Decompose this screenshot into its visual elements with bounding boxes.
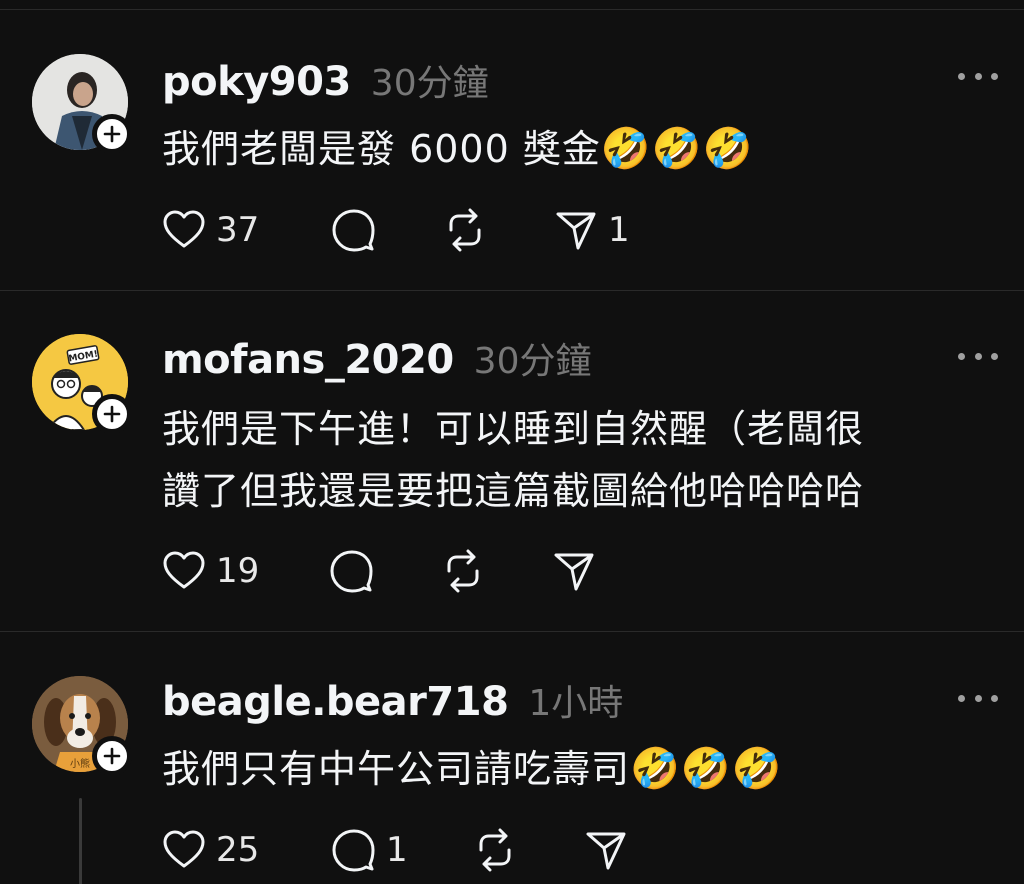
like-count: 25 bbox=[216, 830, 260, 870]
follow-plus-icon[interactable] bbox=[92, 394, 132, 434]
send-icon bbox=[554, 553, 594, 591]
share-button[interactable]: 1 bbox=[554, 208, 630, 252]
more-options-icon[interactable] bbox=[958, 66, 998, 86]
repost-button[interactable] bbox=[472, 828, 518, 872]
heart-icon bbox=[163, 551, 205, 589]
avatar[interactable] bbox=[32, 54, 132, 154]
heart-icon bbox=[163, 830, 205, 868]
repost-icon bbox=[447, 549, 479, 593]
heart-icon bbox=[163, 210, 205, 248]
avatar[interactable]: MOM! bbox=[32, 334, 132, 434]
comment-icon bbox=[332, 209, 375, 252]
timestamp: 30分鐘 bbox=[370, 63, 489, 104]
post-header: beagle.bear718 1小時 bbox=[162, 674, 624, 725]
repost-button[interactable] bbox=[440, 549, 486, 593]
reply-button[interactable] bbox=[328, 549, 384, 593]
follow-plus-icon[interactable] bbox=[92, 736, 132, 776]
reply-count: 1 bbox=[386, 830, 408, 870]
follow-plus-icon[interactable] bbox=[92, 114, 132, 154]
more-options-icon[interactable] bbox=[958, 688, 998, 708]
timestamp: 1小時 bbox=[528, 683, 624, 724]
share-button[interactable] bbox=[584, 828, 638, 872]
comment-icon bbox=[330, 550, 373, 593]
post-text-line: 讚了但我還是要把這篇截圖給他哈哈哈哈 bbox=[162, 469, 865, 513]
thread-connector-line bbox=[79, 798, 82, 884]
avatar-bandana-label: 小熊 bbox=[70, 757, 90, 770]
post-text-line: 我們是下午進！可以睡到自然醒（老闆很 bbox=[162, 407, 865, 451]
send-icon bbox=[556, 212, 596, 250]
post-text: 我們老闆是發 6000 獎金🤣🤣🤣 bbox=[162, 118, 1002, 180]
repost-icon bbox=[449, 208, 481, 252]
divider bbox=[0, 290, 1024, 291]
laughing-emoji-icon: 🤣🤣🤣 bbox=[630, 746, 783, 792]
post-header: poky903 30分鐘 bbox=[162, 54, 489, 105]
comment-icon bbox=[332, 829, 375, 872]
username[interactable]: mofans_2020 bbox=[162, 337, 454, 383]
avatar[interactable]: 小熊 bbox=[32, 676, 132, 776]
timestamp: 30分鐘 bbox=[473, 341, 592, 382]
username[interactable]: poky903 bbox=[162, 59, 351, 105]
share-count: 1 bbox=[608, 210, 630, 250]
reply-button[interactable] bbox=[330, 208, 386, 252]
like-button[interactable]: 19 bbox=[162, 549, 259, 593]
divider bbox=[0, 9, 1024, 10]
like-button[interactable]: 25 bbox=[162, 828, 259, 872]
post-text: 我們是下午進！可以睡到自然醒（老闆很 讚了但我還是要把這篇截圖給他哈哈哈哈 bbox=[162, 398, 1002, 522]
post-text-content: 我們老闆是發 6000 獎金 bbox=[162, 127, 601, 171]
post-text: 我們只有中午公司請吃壽司🤣🤣🤣 bbox=[162, 738, 1002, 800]
like-count: 37 bbox=[216, 210, 260, 250]
post-header: mofans_2020 30分鐘 bbox=[162, 332, 592, 383]
threads-feed: poky903 30分鐘 我們老闆是發 6000 獎金🤣🤣🤣 37 1 MOM!… bbox=[0, 0, 1024, 884]
username[interactable]: beagle.bear718 bbox=[162, 679, 509, 725]
like-count: 19 bbox=[216, 551, 260, 591]
laughing-emoji-icon: 🤣🤣🤣 bbox=[600, 126, 754, 172]
share-button[interactable] bbox=[552, 549, 606, 593]
more-options-icon[interactable] bbox=[958, 346, 998, 366]
reply-button[interactable]: 1 bbox=[330, 828, 408, 872]
divider bbox=[0, 631, 1024, 632]
repost-icon bbox=[479, 828, 511, 872]
post-text-content: 我們只有中午公司請吃壽司 bbox=[162, 747, 631, 791]
send-icon bbox=[586, 832, 626, 870]
like-button[interactable]: 37 bbox=[162, 208, 259, 252]
repost-button[interactable] bbox=[442, 208, 488, 252]
